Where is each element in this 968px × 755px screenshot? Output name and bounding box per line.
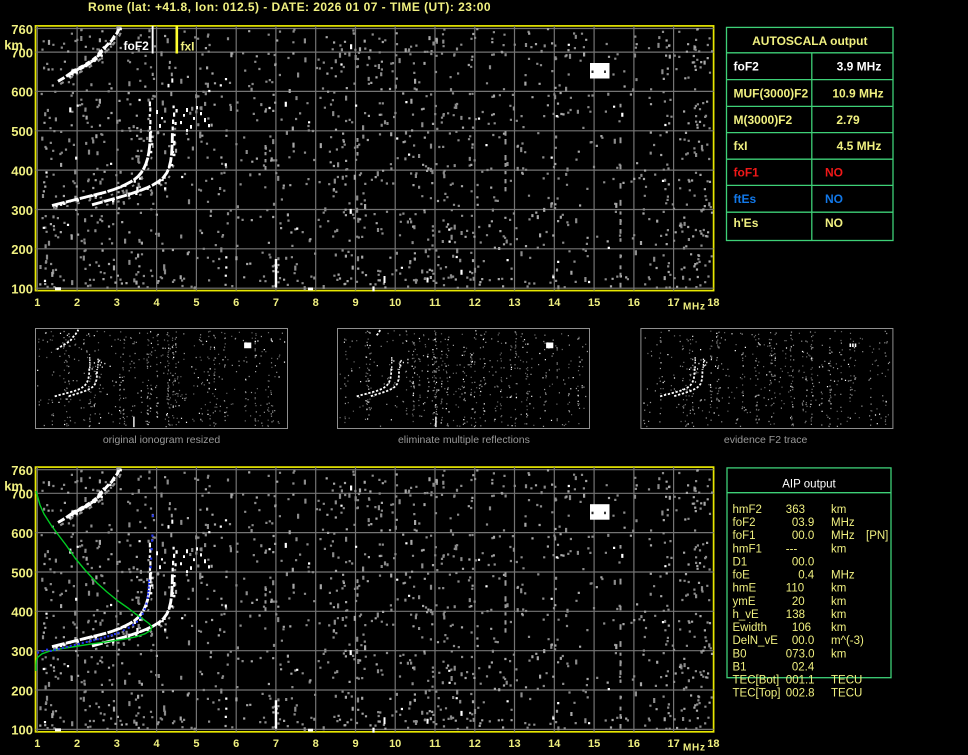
- svg-text:km: km: [831, 609, 846, 621]
- svg-text:106: 106: [792, 622, 811, 634]
- svg-text:00.0: 00.0: [792, 635, 814, 647]
- svg-text:20: 20: [792, 596, 805, 608]
- svg-text:B1: B1: [733, 661, 747, 673]
- svg-text:02.4: 02.4: [792, 661, 815, 673]
- svg-text:NO: NO: [825, 192, 843, 206]
- svg-text:[PN]: [PN]: [866, 530, 888, 542]
- svg-text:0.4: 0.4: [798, 570, 815, 582]
- svg-text:MUF(3000)F2: MUF(3000)F2: [734, 86, 809, 100]
- svg-text:km: km: [831, 648, 846, 660]
- svg-text:001.1: 001.1: [786, 675, 815, 687]
- svg-text:foF2: foF2: [734, 60, 760, 74]
- svg-text:Rome (lat: +41.8, lon: 012.5): Rome (lat: +41.8, lon: 012.5) - DATE: 20…: [88, 0, 491, 14]
- svg-text:fxI: fxI: [734, 139, 748, 153]
- svg-text:TEC[Top]: TEC[Top]: [733, 688, 781, 700]
- svg-text:3.9 MHz: 3.9 MHz: [837, 60, 882, 74]
- svg-text:4.5 MHz: 4.5 MHz: [837, 139, 882, 153]
- svg-text:138: 138: [786, 609, 805, 621]
- svg-text:073.0: 073.0: [786, 648, 815, 660]
- svg-text:DelN_vE: DelN_vE: [733, 635, 779, 647]
- svg-text:110: 110: [786, 583, 804, 595]
- svg-text:MHz: MHz: [831, 570, 855, 582]
- svg-text:ymE: ymE: [733, 596, 756, 608]
- svg-text:foF2: foF2: [733, 517, 756, 529]
- svg-text:AUTOSCALA output: AUTOSCALA output: [752, 34, 867, 48]
- svg-text:Ewidth: Ewidth: [733, 622, 768, 634]
- svg-text:m^(-3): m^(-3): [831, 635, 864, 647]
- svg-text:AIP output: AIP output: [782, 479, 836, 491]
- svg-text:TECU: TECU: [831, 675, 862, 687]
- svg-text:D1: D1: [733, 557, 748, 569]
- svg-text:ftEs: ftEs: [734, 192, 757, 206]
- svg-text:2.79: 2.79: [836, 113, 860, 127]
- svg-text:MHz: MHz: [831, 517, 855, 529]
- svg-text:03.9: 03.9: [792, 517, 814, 529]
- svg-text:10.9 MHz: 10.9 MHz: [832, 86, 883, 100]
- svg-text:002.8: 002.8: [786, 688, 815, 700]
- svg-text:TECU: TECU: [831, 688, 862, 700]
- svg-text:MHz: MHz: [831, 530, 855, 542]
- svg-text:foE: foE: [733, 570, 751, 582]
- svg-text:00.0: 00.0: [792, 557, 814, 569]
- svg-text:hmE: hmE: [733, 583, 757, 595]
- svg-text:NO: NO: [825, 166, 843, 180]
- svg-text:363: 363: [786, 504, 805, 516]
- svg-text:km: km: [831, 622, 846, 634]
- svg-text:eliminate multiple reflections: eliminate multiple reflections: [398, 434, 530, 446]
- svg-text:km: km: [831, 596, 846, 608]
- svg-text:foF1: foF1: [733, 530, 756, 542]
- svg-text:h'Es: h'Es: [734, 216, 759, 230]
- svg-text:---: ---: [786, 543, 798, 555]
- svg-text:00.0: 00.0: [792, 530, 814, 542]
- svg-text:km: km: [831, 543, 846, 555]
- svg-text:fxI: fxI: [181, 40, 195, 54]
- svg-text:NO: NO: [825, 216, 843, 230]
- svg-text:h_vE: h_vE: [733, 609, 760, 621]
- svg-text:km: km: [831, 504, 846, 516]
- svg-text:km: km: [831, 583, 846, 595]
- svg-text:original ionogram resized: original ionogram resized: [103, 434, 220, 446]
- svg-text:evidence F2 trace: evidence F2 trace: [724, 434, 808, 446]
- svg-text:foF1: foF1: [734, 166, 760, 180]
- svg-text:foF2: foF2: [124, 39, 150, 53]
- svg-text:B0: B0: [733, 648, 747, 660]
- svg-text:M(3000)F2: M(3000)F2: [734, 113, 793, 127]
- svg-text:hmF2: hmF2: [733, 504, 762, 516]
- svg-text:hmF1: hmF1: [733, 543, 762, 555]
- svg-text:TEC[Bot]: TEC[Bot]: [733, 675, 780, 687]
